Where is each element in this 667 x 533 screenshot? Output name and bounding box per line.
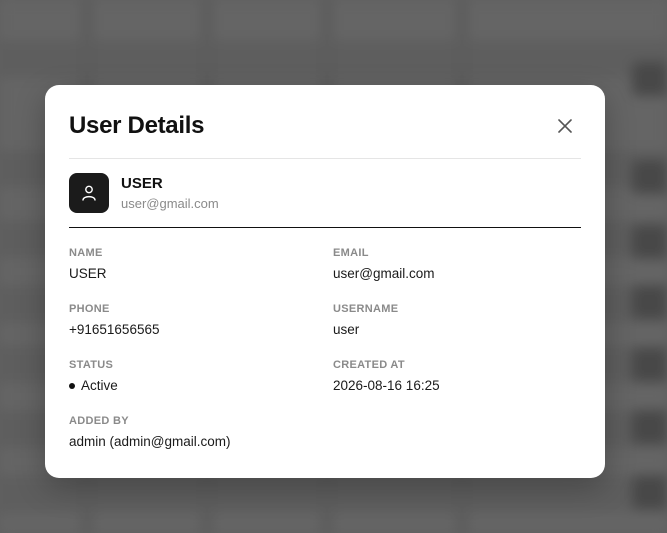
field-name: NAME USER [69, 246, 333, 302]
field-label: PHONE [69, 303, 110, 315]
field-label: CREATED AT [333, 359, 405, 371]
field-label: EMAIL [333, 247, 369, 259]
field-username: USERNAME user [333, 302, 581, 358]
field-value: user [333, 322, 360, 337]
status-value: Active [69, 378, 333, 394]
user-name: USER [121, 175, 163, 192]
field-email: EMAIL user@gmail.com [333, 246, 581, 302]
field-label: USERNAME [333, 303, 399, 315]
field-label: NAME [69, 247, 103, 259]
field-status: STATUS Active [69, 358, 333, 414]
modal-title: User Details [69, 111, 205, 139]
user-icon [82, 185, 96, 201]
status-dot-icon [69, 383, 75, 389]
user-summary: USER user@gmail.com [69, 159, 581, 228]
avatar [69, 173, 109, 213]
field-added-by: ADDED BY admin (admin@gmail.com) [69, 414, 333, 470]
field-value: user@gmail.com [333, 266, 435, 281]
field-value: +91651656565 [69, 322, 160, 337]
status-text: Active [81, 378, 118, 393]
user-email: user@gmail.com [121, 196, 219, 211]
field-phone: PHONE +91651656565 [69, 302, 333, 358]
field-label: ADDED BY [69, 415, 129, 427]
field-value: 2026-08-16 16:25 [333, 378, 440, 393]
close-icon [558, 118, 572, 133]
field-value: admin (admin@gmail.com) [69, 434, 231, 449]
user-details-modal: User Details USER user@gmail.com NAME US… [45, 85, 605, 478]
user-fields: NAME USER EMAIL user@gmail.com PHONE +91… [69, 246, 581, 470]
modal-header: User Details [69, 85, 581, 159]
field-value: USER [69, 266, 107, 281]
close-button[interactable] [553, 114, 577, 138]
field-created-at: CREATED AT 2026-08-16 16:25 [333, 358, 581, 414]
field-label: STATUS [69, 359, 114, 371]
